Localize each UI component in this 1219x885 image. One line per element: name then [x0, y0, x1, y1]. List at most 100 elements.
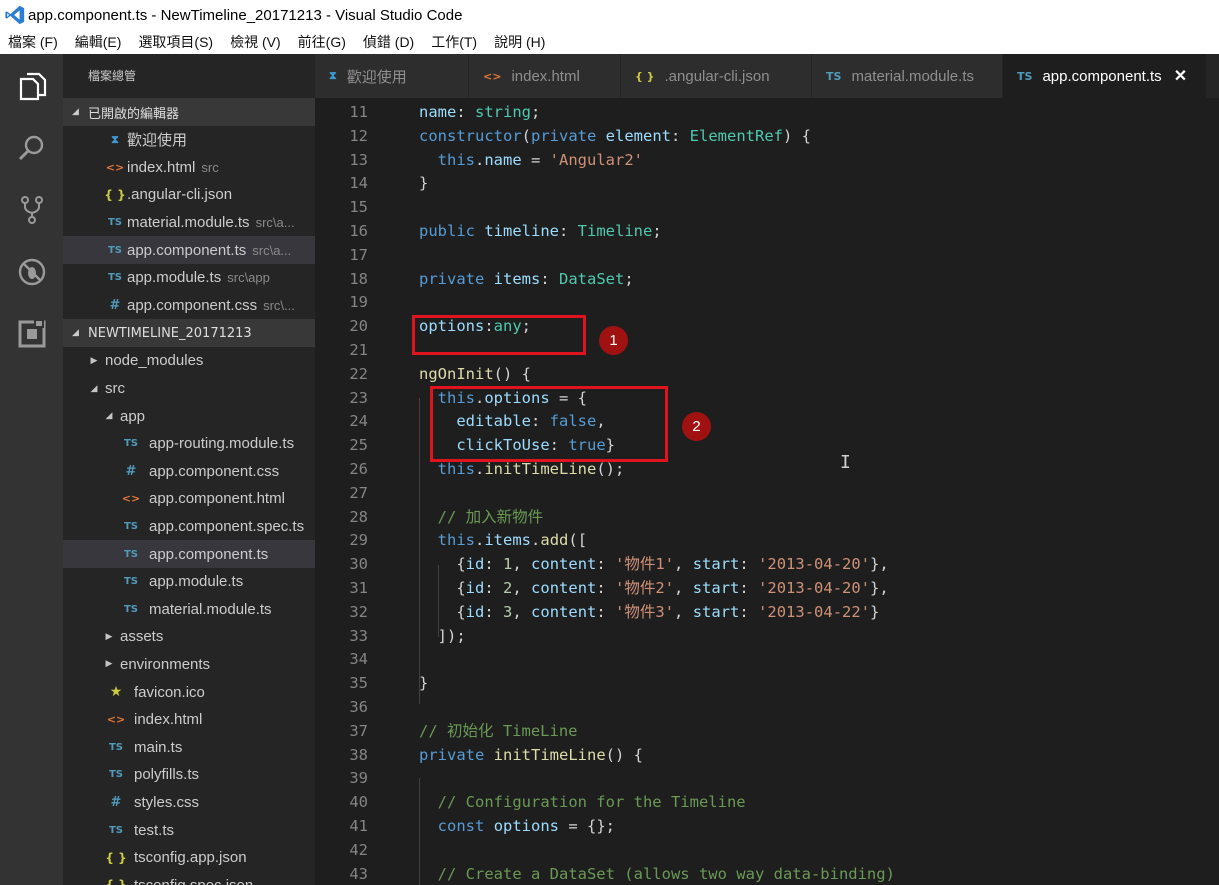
json-file-icon: { }: [635, 69, 655, 83]
file-label: app-routing.module.ts: [149, 435, 295, 453]
code-text: // Configuration for the Timeline: [419, 791, 746, 815]
extensions-icon[interactable]: [0, 304, 63, 364]
tab-index-html[interactable]: <> index.html: [469, 54, 621, 98]
folder-item[interactable]: ◢ src: [63, 375, 315, 403]
typescript-file-icon: TS: [123, 576, 139, 588]
line-number: 28: [349, 507, 368, 526]
file-item[interactable]: <> app.component.html: [63, 485, 315, 513]
code-token: ,: [512, 555, 532, 574]
code-token: }: [419, 674, 429, 693]
file-label: styles.css: [134, 793, 200, 811]
tab-material-module-ts[interactable]: TS material.module.ts: [812, 54, 1003, 98]
folder-item[interactable]: ▶ environments: [63, 651, 315, 679]
file-item[interactable]: { } tsconfig.app.json: [63, 844, 315, 872]
tab--[interactable]: ⧗ 歡迎使用: [315, 54, 469, 98]
file-item[interactable]: TS app.module.ts: [63, 568, 315, 596]
code-token: ;: [624, 269, 634, 288]
open-editor-path: src\...: [263, 297, 295, 313]
open-editor-path: src\app: [227, 270, 270, 286]
open-editor-label: material.module.ts: [127, 214, 250, 232]
open-editors-header[interactable]: ◢ 已開啟的編輯器: [63, 98, 315, 126]
code-text: // Create a DataSet (allows two way data…: [419, 863, 895, 885]
menu-item[interactable]: 檢視 (V): [230, 32, 281, 52]
line-number: 21: [349, 341, 368, 359]
tab-app-component-ts[interactable]: TS app.component.ts ✕: [1003, 54, 1207, 98]
line-number: 32: [349, 602, 368, 621]
css-file-icon: #: [110, 794, 122, 810]
file-item[interactable]: { } tsconfig.spec.json: [63, 871, 315, 885]
menu-item[interactable]: 編輯(E): [75, 32, 122, 52]
menu-item[interactable]: 說明 (H): [494, 32, 545, 52]
code-token: id: [465, 602, 485, 621]
file-label: material.module.ts: [149, 600, 272, 618]
source-control-icon[interactable]: [0, 180, 63, 240]
open-editor-item[interactable]: # app.component.css src\...: [63, 292, 315, 320]
code-token: private: [419, 745, 485, 764]
open-editor-item[interactable]: TS app.module.ts src\app: [63, 264, 315, 292]
tab--angular-cli-json[interactable]: { } .angular-cli.json: [621, 54, 812, 98]
chevron-down-icon: ◢: [105, 411, 113, 422]
search-icon[interactable]: [0, 118, 63, 178]
debug-icon[interactable]: [0, 242, 63, 302]
menu-item[interactable]: 檔案 (F): [8, 32, 58, 52]
code-token: id: [465, 579, 485, 597]
file-item[interactable]: TS app-routing.module.ts: [63, 430, 315, 458]
chevron-right-icon: ▶: [105, 631, 113, 642]
code-token: :: [484, 579, 504, 597]
file-item[interactable]: TS polyfills.ts: [63, 761, 315, 789]
menu-item[interactable]: 偵錯 (D): [363, 32, 414, 52]
open-editor-label: 歡迎使用: [127, 132, 188, 150]
open-editor-item[interactable]: TS app.component.ts src\a...: [63, 236, 315, 264]
folder-item[interactable]: ▶ assets: [63, 623, 315, 651]
folder-label: src: [105, 380, 125, 398]
line-number: 15: [349, 198, 368, 217]
open-editor-item[interactable]: <> index.html src: [63, 154, 315, 182]
open-editor-path: src\a...: [255, 215, 295, 231]
code-token: options: [493, 817, 560, 835]
file-label: favicon.ico: [134, 683, 205, 701]
file-item[interactable]: # styles.css: [63, 789, 315, 817]
code-text: {id: 2, content: '物件2', start: '2013-04-…: [419, 577, 888, 601]
line-number: 38: [349, 745, 368, 764]
open-editor-label: .angular-cli.json: [127, 186, 233, 204]
code-token: ElementRef: [689, 126, 783, 145]
folder-item[interactable]: ▶ node_modules: [63, 347, 315, 375]
explorer-sidebar: 檔案總管 ◢ 已開啟的編輯器 ⧗ 歡迎使用 <> index.html src{ } .a…: [63, 54, 315, 885]
file-item[interactable]: TS material.module.ts: [63, 596, 315, 624]
code-token: '物件1': [615, 555, 675, 574]
file-item[interactable]: TS test.ts: [63, 816, 315, 844]
file-item[interactable]: ★ favicon.ico: [63, 678, 315, 706]
code-text: this.items.add([: [419, 529, 587, 553]
open-editor-item[interactable]: ⧗ 歡迎使用: [63, 126, 315, 154]
code-line: 27: [315, 482, 1219, 506]
file-item[interactable]: <> index.html: [63, 706, 315, 734]
code-token: :: [739, 579, 759, 597]
code-editor[interactable]: 11 name: string; 12 constructor(private ele…: [315, 98, 1219, 885]
code-token: :: [739, 555, 759, 574]
menu-item[interactable]: 工作(T): [431, 32, 477, 52]
menu-item[interactable]: 前往(G): [298, 32, 346, 52]
code-token: (: [521, 126, 531, 145]
typescript-file-icon: TS: [123, 521, 139, 533]
file-item[interactable]: TS app.component.ts: [63, 540, 315, 568]
open-editor-item[interactable]: { } .angular-cli.json: [63, 181, 315, 209]
file-item[interactable]: TS main.ts: [63, 733, 315, 761]
close-icon[interactable]: ✕: [1174, 66, 1187, 86]
file-item[interactable]: TS app.component.spec.ts: [63, 513, 315, 541]
explorer-icon[interactable]: [0, 56, 63, 116]
open-editors-label: 已開啟的編輯器: [88, 106, 180, 122]
folder-item[interactable]: ◢ app: [63, 402, 315, 430]
typescript-file-icon: TS: [107, 217, 123, 229]
file-item[interactable]: # app.component.css: [63, 458, 315, 486]
code-token: // 加入新物件: [437, 507, 544, 526]
line-number: 17: [349, 245, 368, 264]
menu-item[interactable]: 選取項目(S): [138, 32, 213, 52]
code-token: :: [456, 103, 475, 121]
open-editor-item[interactable]: TS material.module.ts src\a...: [63, 209, 315, 237]
project-header[interactable]: ◢ NEWTIMELINE_20171213: [63, 319, 315, 348]
code-text: private initTimeLine() {: [419, 744, 643, 768]
